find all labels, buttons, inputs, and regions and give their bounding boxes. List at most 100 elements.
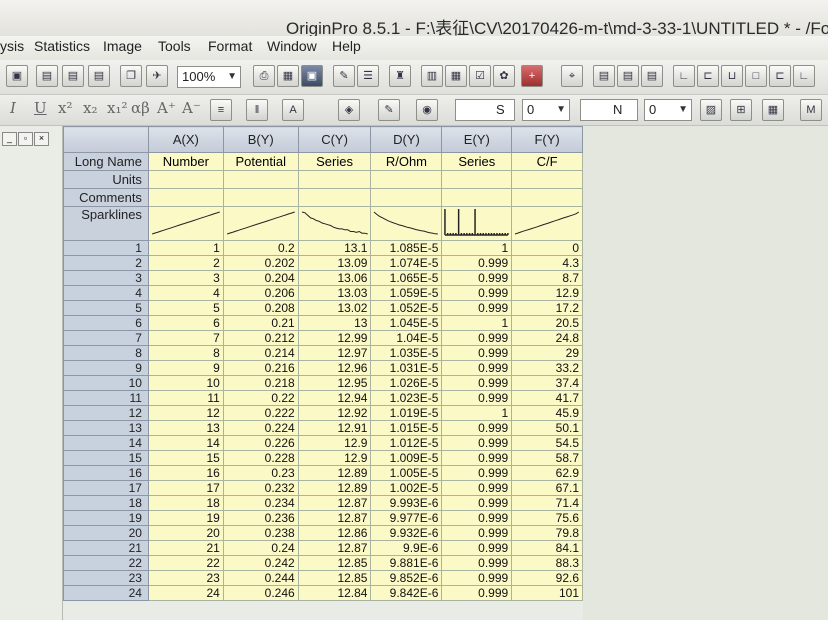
data-cell[interactable]: 84.1 (511, 540, 583, 556)
data-cell[interactable]: 16 (147, 465, 224, 481)
minimize-icon[interactable]: _ (2, 132, 17, 146)
data-cell[interactable]: 0.999 (441, 525, 513, 541)
menu-window[interactable]: Window (267, 38, 317, 54)
row-number[interactable]: 3 (63, 270, 149, 286)
comments-cell[interactable] (147, 188, 224, 207)
axis-icon-2[interactable]: ⊏ (697, 65, 719, 87)
data-cell[interactable]: 15 (147, 450, 224, 466)
data-cell[interactable]: 11 (147, 390, 224, 406)
row-number[interactable]: 8 (63, 345, 149, 361)
menu-statistics[interactable]: Statistics (34, 38, 90, 54)
data-cell[interactable]: 0.999 (441, 300, 513, 316)
worksheet-corner[interactable] (63, 126, 149, 153)
data-cell[interactable]: 37.4 (511, 375, 583, 391)
row-number[interactable]: 24 (63, 585, 149, 601)
notes-icon[interactable]: ✎ (333, 65, 355, 87)
long-name-cell[interactable]: Series (297, 152, 372, 171)
menu-tools[interactable]: Tools (158, 38, 191, 54)
units-cell[interactable] (441, 170, 513, 189)
fill-color-icon[interactable]: ◈ (338, 99, 360, 121)
comments-cell[interactable] (441, 188, 513, 207)
data-cell[interactable]: 9.852E-6 (370, 570, 443, 586)
data-cell[interactable]: 0.21 (222, 315, 299, 331)
data-cell[interactable]: 13.09 (297, 255, 372, 271)
data-cell[interactable]: 12.87 (297, 495, 372, 511)
data-cell[interactable]: 0.999 (441, 450, 513, 466)
data-cell[interactable]: 0.212 (222, 330, 299, 346)
data-cell[interactable]: 9.977E-6 (370, 510, 443, 526)
data-cell[interactable]: 0.999 (441, 495, 513, 511)
data-cell[interactable]: 101 (511, 585, 583, 601)
data-cell[interactable]: 13 (297, 315, 372, 331)
data-cell[interactable]: 67.1 (511, 480, 583, 496)
import-multiple-icon[interactable]: ▤ (62, 65, 84, 87)
data-cell[interactable]: 9.932E-6 (370, 525, 443, 541)
comments-cell[interactable] (511, 188, 583, 207)
data-cell[interactable]: 1 (147, 240, 224, 256)
data-cell[interactable]: 0.24 (222, 540, 299, 556)
data-cell[interactable]: 12.92 (297, 405, 372, 421)
add-column-icon[interactable]: + (521, 65, 543, 87)
row-number[interactable]: 19 (63, 510, 149, 526)
row-number[interactable]: 15 (63, 450, 149, 466)
supsub-button[interactable]: x₁² (107, 99, 128, 117)
superscript-button[interactable]: x² (58, 99, 72, 117)
data-cell[interactable]: 0.214 (222, 345, 299, 361)
code-builder-icon[interactable]: ✿ (493, 65, 515, 87)
data-cell[interactable]: 23 (147, 570, 224, 586)
data-cell[interactable]: 0.999 (441, 390, 513, 406)
data-cell[interactable]: 1.035E-5 (370, 345, 443, 361)
row-number[interactable]: 2 (63, 255, 149, 271)
export-icon[interactable]: ▦ (277, 65, 299, 87)
data-cell[interactable]: 0.238 (222, 525, 299, 541)
increase-font-button[interactable]: A⁺ (157, 99, 176, 117)
data-cell[interactable]: 0.232 (222, 480, 299, 496)
data-cell[interactable]: 21 (147, 540, 224, 556)
data-cell[interactable]: 9.993E-6 (370, 495, 443, 511)
comments-cell[interactable] (370, 188, 443, 207)
row-number[interactable]: 20 (63, 525, 149, 541)
data-cell[interactable]: 12.96 (297, 360, 372, 376)
units-cell[interactable] (297, 170, 372, 189)
decrease-font-button[interactable]: A⁻ (182, 99, 201, 117)
data-cell[interactable]: 0.246 (222, 585, 299, 601)
data-cell[interactable]: 12 (147, 405, 224, 421)
data-cell[interactable]: 9.842E-6 (370, 585, 443, 601)
data-cell[interactable]: 0.242 (222, 555, 299, 571)
data-cell[interactable]: 1.023E-5 (370, 390, 443, 406)
data-cell[interactable]: 0.999 (441, 420, 513, 436)
row-number[interactable]: 9 (63, 360, 149, 376)
data-cell[interactable]: 0.228 (222, 450, 299, 466)
new-matrix-icon[interactable]: ▦ (445, 65, 467, 87)
restore-icon[interactable]: ▫ (18, 132, 33, 146)
data-cell[interactable]: 0.202 (222, 255, 299, 271)
units-cell[interactable] (511, 170, 583, 189)
long-name-cell[interactable]: Potential (222, 152, 299, 171)
data-cell[interactable]: 1.026E-5 (370, 375, 443, 391)
data-cell[interactable]: 0.204 (222, 270, 299, 286)
data-cell[interactable]: 12.95 (297, 375, 372, 391)
data-cell[interactable]: 1.015E-5 (370, 420, 443, 436)
data-cell[interactable]: 1.074E-5 (370, 255, 443, 271)
row-number[interactable]: 4 (63, 285, 149, 301)
data-cell[interactable]: 19 (147, 510, 224, 526)
long-name-cell[interactable]: R/Ohm (370, 152, 443, 171)
new-worksheet-icon[interactable]: ▥ (421, 65, 443, 87)
data-cell[interactable]: 0.999 (441, 465, 513, 481)
data-cell[interactable]: 0.22 (222, 390, 299, 406)
data-cell[interactable]: 0.208 (222, 300, 299, 316)
data-cell[interactable]: 12.99 (297, 330, 372, 346)
subscript-button[interactable]: x₂ (83, 99, 97, 117)
layout-icon-2[interactable]: ▤ (617, 65, 639, 87)
data-cell[interactable]: 75.6 (511, 510, 583, 526)
data-cell[interactable]: 20.5 (511, 315, 583, 331)
comments-cell[interactable] (297, 188, 372, 207)
data-cell[interactable]: 5 (147, 300, 224, 316)
data-cell[interactable]: 0.999 (441, 570, 513, 586)
column-header[interactable]: F(Y) (511, 126, 583, 153)
data-cell[interactable]: 6 (147, 315, 224, 331)
font-color-icon[interactable]: A (282, 99, 304, 121)
data-cell[interactable]: 12.84 (297, 585, 372, 601)
data-cell[interactable]: 0.999 (441, 330, 513, 346)
data-cell[interactable]: 1 (441, 240, 513, 256)
